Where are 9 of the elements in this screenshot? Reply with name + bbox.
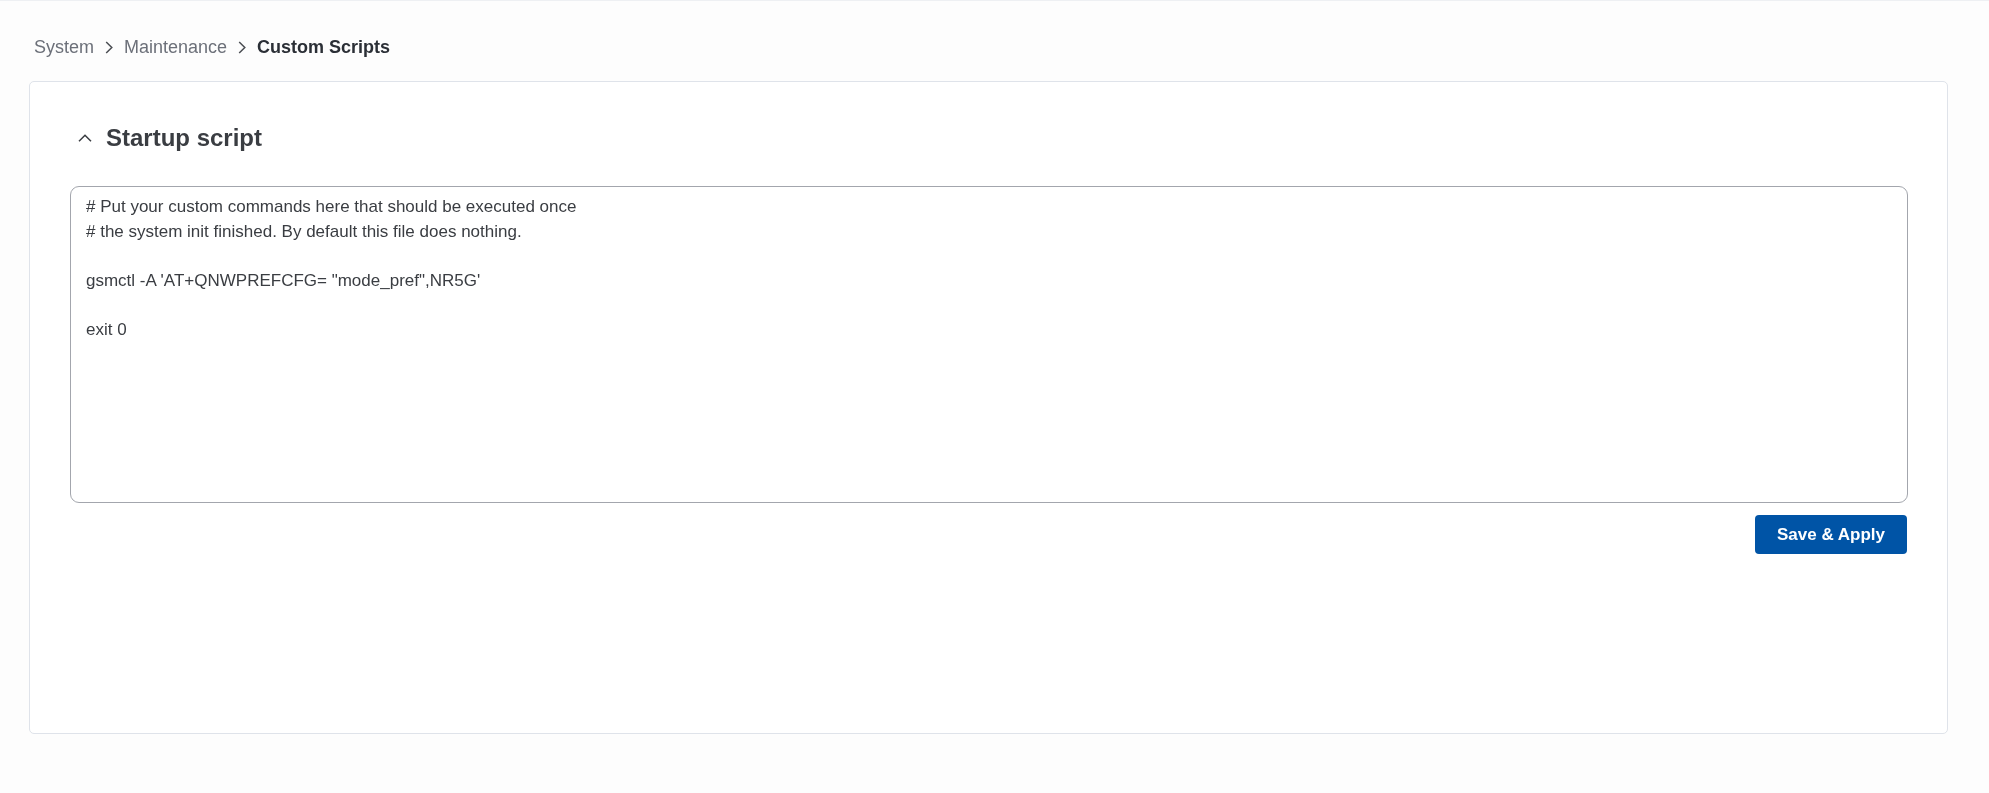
chevron-up-icon[interactable] [78,134,92,142]
section-title: Startup script [106,123,263,153]
breadcrumb-link[interactable]: Maintenance [124,35,228,59]
save-apply-button[interactable]: Save & Apply [1754,515,1907,554]
breadcrumb-current: Custom Scripts [257,36,391,59]
breadcrumb-link[interactable]: System [34,35,94,59]
script-textarea[interactable]: # Put your custom commands here that should be executed once # the system init finished. By default this file does nothing. gsmctl -A 'AT+QNWPREFCFG= "mode_pref",NR5G' exit 0 [70,186,1908,503]
chevron-right-icon [105,40,113,54]
chevron-right-icon [238,40,247,54]
